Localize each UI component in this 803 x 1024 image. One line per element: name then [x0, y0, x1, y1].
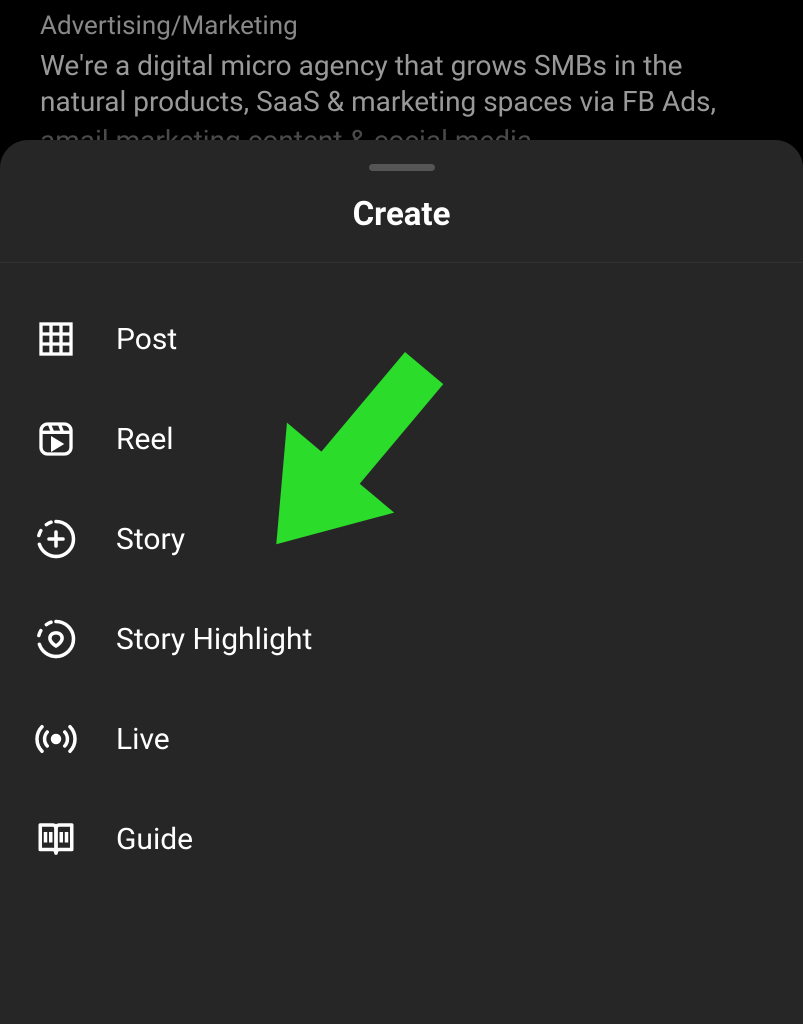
menu-label: Live [116, 722, 170, 757]
profile-description-line1: We're a digital micro agency that grows … [40, 48, 763, 84]
menu-item-reel[interactable]: Reel [0, 389, 803, 489]
profile-background-text: Advertising/Marketing We're a digital mi… [40, 10, 763, 159]
profile-description-line2: natural products, SaaS & marketing space… [40, 84, 763, 120]
menu-item-guide[interactable]: Guide [0, 789, 803, 889]
menu-item-post[interactable]: Post [0, 289, 803, 389]
story-plus-icon [34, 517, 78, 561]
menu-label: Post [116, 322, 177, 357]
guide-icon [34, 817, 78, 861]
grid-icon [34, 317, 78, 361]
profile-category: Advertising/Marketing [40, 10, 763, 44]
reel-icon [34, 417, 78, 461]
story-highlight-icon [34, 617, 78, 661]
menu-item-story[interactable]: Story [0, 489, 803, 589]
sheet-title: Create [0, 195, 803, 262]
menu-label: Reel [116, 422, 174, 457]
menu-label: Guide [116, 822, 193, 857]
live-icon [34, 717, 78, 761]
create-bottom-sheet: Create Post [0, 140, 803, 1024]
sheet-grabber[interactable] [369, 164, 435, 171]
menu-label: Story [116, 522, 185, 557]
menu-item-story-highlight[interactable]: Story Highlight [0, 589, 803, 689]
menu-label: Story Highlight [116, 622, 312, 657]
menu-item-live[interactable]: Live [0, 689, 803, 789]
create-menu: Post Reel [0, 263, 803, 889]
